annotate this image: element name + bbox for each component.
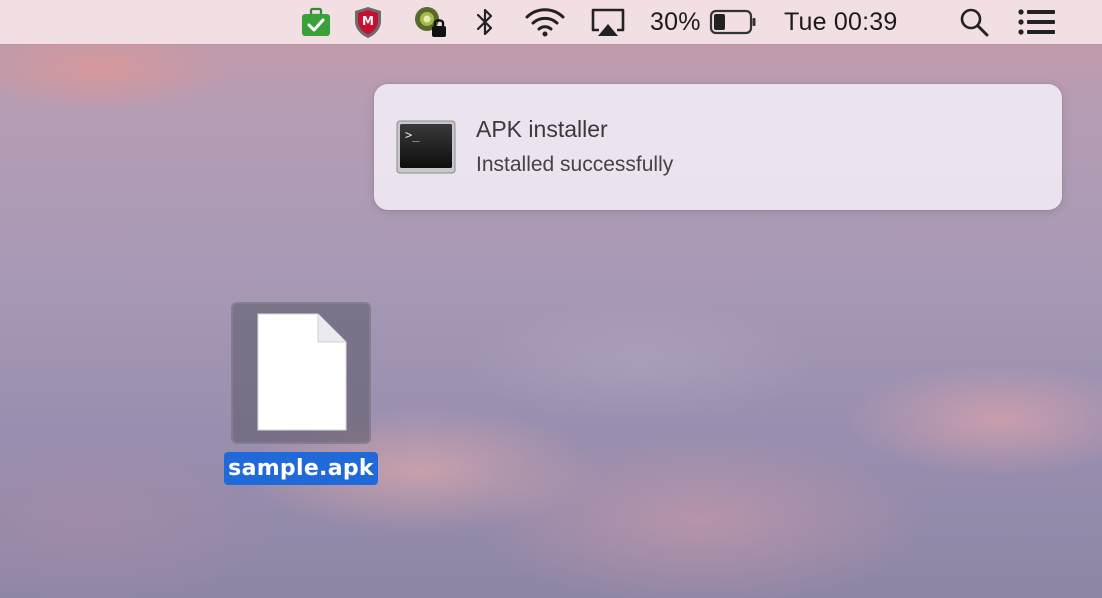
notification-body: Installed successfully bbox=[476, 153, 674, 176]
menubar-clock[interactable]: Tue 00:39 bbox=[784, 0, 928, 44]
notification-banner[interactable]: >_ APK installer Installed successfully bbox=[374, 84, 1062, 210]
vpn-lock-icon[interactable] bbox=[410, 0, 450, 44]
wifi-icon[interactable] bbox=[522, 0, 568, 44]
mcafee-shield-icon[interactable]: M bbox=[350, 0, 386, 44]
battery-icon[interactable] bbox=[708, 0, 758, 44]
terminal-prompt: >_ bbox=[405, 128, 420, 142]
bluetooth-icon[interactable] bbox=[470, 0, 500, 44]
spotlight-search-icon[interactable] bbox=[956, 0, 992, 44]
svg-text:M: M bbox=[362, 14, 374, 28]
notification-center-icon[interactable] bbox=[1016, 0, 1058, 44]
battery-fill bbox=[714, 14, 725, 30]
menu-bar: M 30% Tue 00:39 bbox=[0, 0, 1102, 44]
file-name-label[interactable]: sample.apk bbox=[224, 452, 378, 485]
briefcase-check-icon[interactable] bbox=[298, 0, 334, 44]
document-icon[interactable] bbox=[256, 312, 348, 432]
battery-percent[interactable]: 30% bbox=[650, 0, 704, 44]
notification-title: APK installer bbox=[476, 116, 608, 142]
desktop-file-sample-apk[interactable]: sample.apk bbox=[224, 302, 378, 488]
airplay-icon[interactable] bbox=[588, 0, 628, 44]
terminal-icon: >_ bbox=[396, 120, 456, 174]
